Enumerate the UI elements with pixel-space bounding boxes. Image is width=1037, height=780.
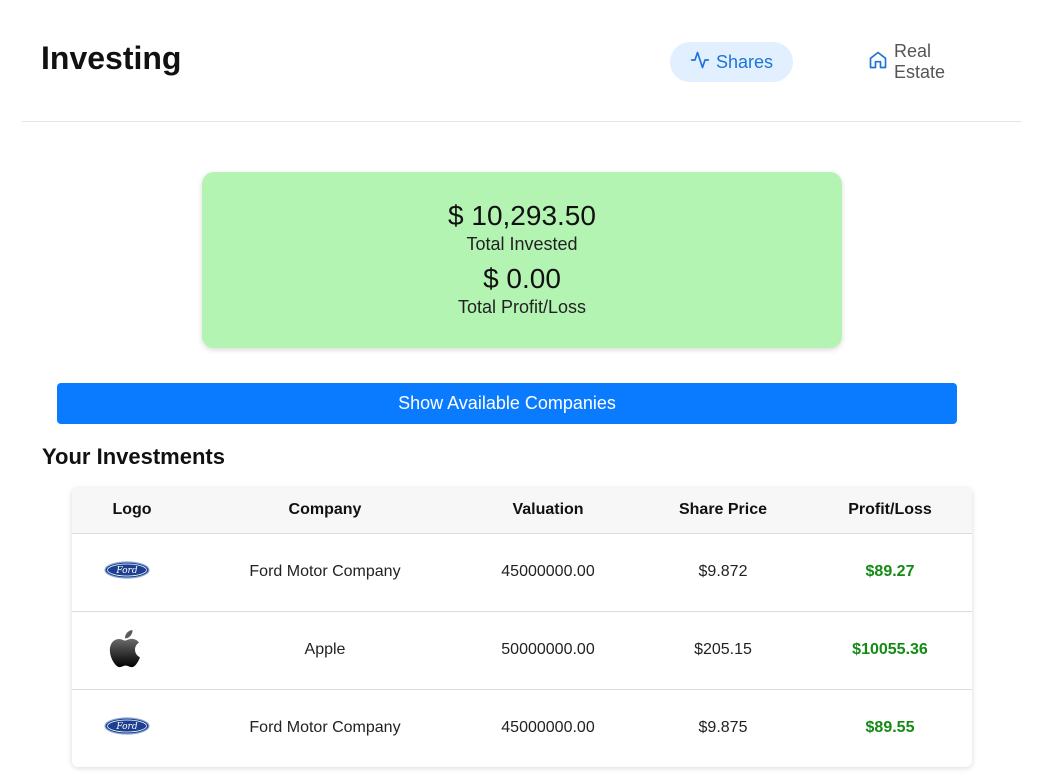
column-header-logo: Logo xyxy=(112,501,152,519)
profit-loss: $10055.36 xyxy=(852,641,928,658)
valuation: 50000000.00 xyxy=(501,641,595,658)
company-name: Apple xyxy=(304,641,346,658)
total-invested-label: Total Invested xyxy=(466,234,578,254)
tab-real-estate[interactable]: Real Estate xyxy=(848,41,998,82)
column-header-profit-loss: Profit/Loss xyxy=(848,501,932,519)
total-profit-label: Total Profit/Loss xyxy=(457,297,587,317)
valuation: 45000000.00 xyxy=(501,719,595,736)
tab-real-estate-label: Real Estate xyxy=(894,41,946,82)
column-header-valuation: Valuation xyxy=(512,501,584,519)
home-icon xyxy=(868,50,888,75)
show-available-companies-button[interactable]: Show Available Companies xyxy=(57,383,957,424)
valuation: 45000000.00 xyxy=(501,563,595,580)
svg-text:Ford: Ford xyxy=(115,722,137,732)
table-row[interactable]: Ford Ford Motor Company 45000000.00 $9.8… xyxy=(72,689,972,767)
header: Investing Shares Real Estate xyxy=(22,0,1022,122)
tab-shares-label: Shares xyxy=(716,51,774,72)
company-name: Ford Motor Company xyxy=(249,563,401,580)
table-row[interactable]: Apple 50000000.00 $205.15 $10055.36 xyxy=(72,611,972,689)
activity-icon xyxy=(690,50,710,75)
share-price: $205.15 xyxy=(694,641,752,658)
column-header-company: Company xyxy=(288,501,362,519)
apple-logo-icon xyxy=(104,623,150,678)
share-price: $9.875 xyxy=(698,719,748,736)
ford-logo-icon: Ford xyxy=(104,560,150,584)
tab-shares[interactable]: Shares xyxy=(670,42,793,82)
investments-title: Your Investments xyxy=(42,444,225,469)
summary-card: $ 10,293.50 Total Invested $ 0.00 Total … xyxy=(202,172,842,348)
page: Investing Shares Real Estate $ 10,293.50… xyxy=(0,0,1037,780)
share-price: $9.872 xyxy=(698,563,748,580)
table-row[interactable]: Ford Ford Motor Company 45000000.00 $9.8… xyxy=(72,533,972,611)
svg-text:Ford: Ford xyxy=(115,566,137,576)
company-name: Ford Motor Company xyxy=(249,719,401,736)
column-header-share-price: Share Price xyxy=(678,501,768,519)
total-invested-amount: $ 10,293.50 xyxy=(448,200,596,231)
profit-loss: $89.27 xyxy=(865,563,915,580)
profit-loss: $89.55 xyxy=(865,719,915,736)
table-header-row: Logo Company Valuation Share Price Profi… xyxy=(72,488,972,533)
investments-table: Logo Company Valuation Share Price Profi… xyxy=(72,488,972,767)
ford-logo-icon: Ford xyxy=(104,716,150,740)
page-title: Investing xyxy=(41,40,182,76)
total-profit-amount: $ 0.00 xyxy=(483,263,561,294)
